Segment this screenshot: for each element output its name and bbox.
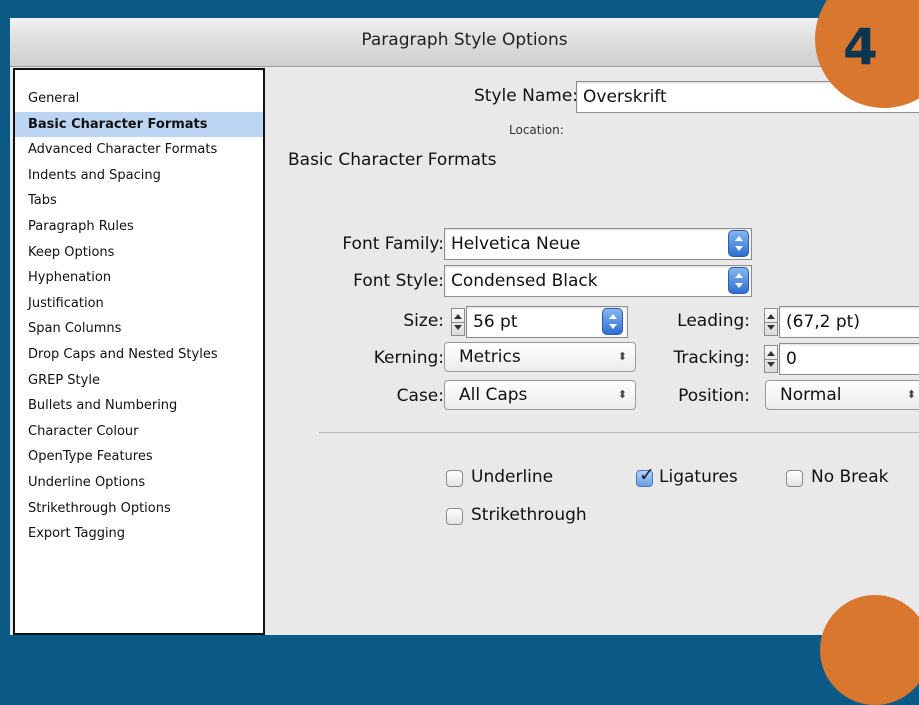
sidebar-item[interactable]: OpenType Features bbox=[15, 444, 263, 470]
tracking-label: Tracking: bbox=[673, 348, 751, 368]
chevron-updown-icon: ⬍ bbox=[906, 388, 916, 401]
sidebar-item[interactable]: Keep Options bbox=[15, 240, 263, 266]
sidebar-item[interactable]: Export Tagging bbox=[15, 521, 263, 547]
case-value: All Caps bbox=[459, 385, 528, 405]
sidebar-item[interactable]: Strikethrough Options bbox=[15, 496, 263, 522]
no-break-checkbox[interactable] bbox=[786, 470, 803, 487]
checkmark-icon: ✓ bbox=[639, 464, 655, 486]
kerning-popup[interactable]: Metrics ⬍ bbox=[444, 342, 636, 372]
corner-badge bbox=[820, 595, 919, 705]
window-title: Paragraph Style Options bbox=[361, 30, 568, 50]
sidebar-item[interactable]: Indents and Spacing bbox=[15, 163, 263, 189]
size-dropdown-icon[interactable] bbox=[602, 308, 623, 335]
ligatures-label: Ligatures bbox=[659, 467, 738, 487]
sidebar-item[interactable]: Drop Caps and Nested Styles bbox=[15, 342, 263, 368]
category-list: General Basic Character Formats Advanced C… bbox=[13, 68, 265, 635]
tracking-input[interactable]: 0 bbox=[779, 343, 919, 375]
case-popup[interactable]: All Caps ⬍ bbox=[444, 380, 636, 410]
kerning-value: Metrics bbox=[459, 347, 521, 367]
ligatures-checkbox[interactable]: ✓ bbox=[636, 465, 655, 487]
sidebar-item[interactable]: Span Columns bbox=[15, 316, 263, 342]
underline-checkbox[interactable] bbox=[446, 470, 463, 487]
location-label: Location: bbox=[509, 123, 564, 137]
sidebar-item[interactable]: Tabs bbox=[15, 188, 263, 214]
font-family-dropdown-icon[interactable] bbox=[728, 230, 749, 257]
sidebar-item[interactable]: Character Colour bbox=[15, 419, 263, 445]
sidebar-item[interactable]: General bbox=[15, 86, 263, 112]
position-popup[interactable]: Normal ⬍ bbox=[765, 380, 919, 410]
style-name-label: Style Name: bbox=[474, 86, 578, 106]
strikethrough-label: Strikethrough bbox=[471, 505, 587, 525]
case-label: Case: bbox=[396, 386, 444, 406]
sidebar-item[interactable]: Underline Options bbox=[15, 470, 263, 496]
sidebar-item[interactable]: GREP Style bbox=[15, 368, 263, 394]
step-number: 4 bbox=[843, 18, 878, 76]
divider bbox=[319, 432, 919, 433]
title-bar: Paragraph Style Options bbox=[10, 18, 919, 67]
sidebar-item[interactable]: Advanced Character Formats bbox=[15, 137, 263, 163]
section-title: Basic Character Formats bbox=[288, 150, 497, 170]
chevron-updown-icon: ⬍ bbox=[617, 350, 627, 363]
font-family-label: Font Family: bbox=[342, 234, 444, 254]
sidebar-item[interactable]: Basic Character Formats bbox=[15, 111, 263, 138]
paragraph-style-options-dialog: Paragraph Style Options General Basic Cha… bbox=[10, 18, 919, 635]
font-style-dropdown-icon[interactable] bbox=[728, 267, 749, 294]
font-style-combo[interactable]: Condensed Black bbox=[444, 265, 752, 297]
kerning-label: Kerning: bbox=[373, 348, 444, 368]
chevron-updown-icon: ⬍ bbox=[617, 388, 627, 401]
sidebar-item[interactable]: Bullets and Numbering bbox=[15, 393, 263, 419]
category-items: General Basic Character Formats Advanced C… bbox=[15, 70, 263, 547]
sidebar-item[interactable]: Justification bbox=[15, 291, 263, 317]
strikethrough-checkbox[interactable] bbox=[446, 508, 463, 525]
underline-label: Underline bbox=[471, 467, 554, 487]
no-break-label: No Break bbox=[811, 467, 889, 487]
tracking-stepper-icon[interactable] bbox=[764, 345, 778, 373]
sidebar-item[interactable]: Hyphenation bbox=[15, 265, 263, 291]
position-value: Normal bbox=[780, 385, 842, 405]
size-stepper-icon[interactable] bbox=[451, 308, 465, 336]
sidebar-item[interactable]: Paragraph Rules bbox=[15, 214, 263, 240]
font-style-label: Font Style: bbox=[353, 271, 444, 291]
font-family-combo[interactable]: Helvetica Neue bbox=[444, 228, 752, 260]
size-label: Size: bbox=[403, 311, 444, 331]
position-label: Position: bbox=[678, 386, 750, 406]
leading-label: Leading: bbox=[677, 311, 750, 331]
leading-stepper-icon[interactable] bbox=[764, 308, 778, 336]
leading-input[interactable]: (67,2 pt) bbox=[779, 306, 919, 338]
